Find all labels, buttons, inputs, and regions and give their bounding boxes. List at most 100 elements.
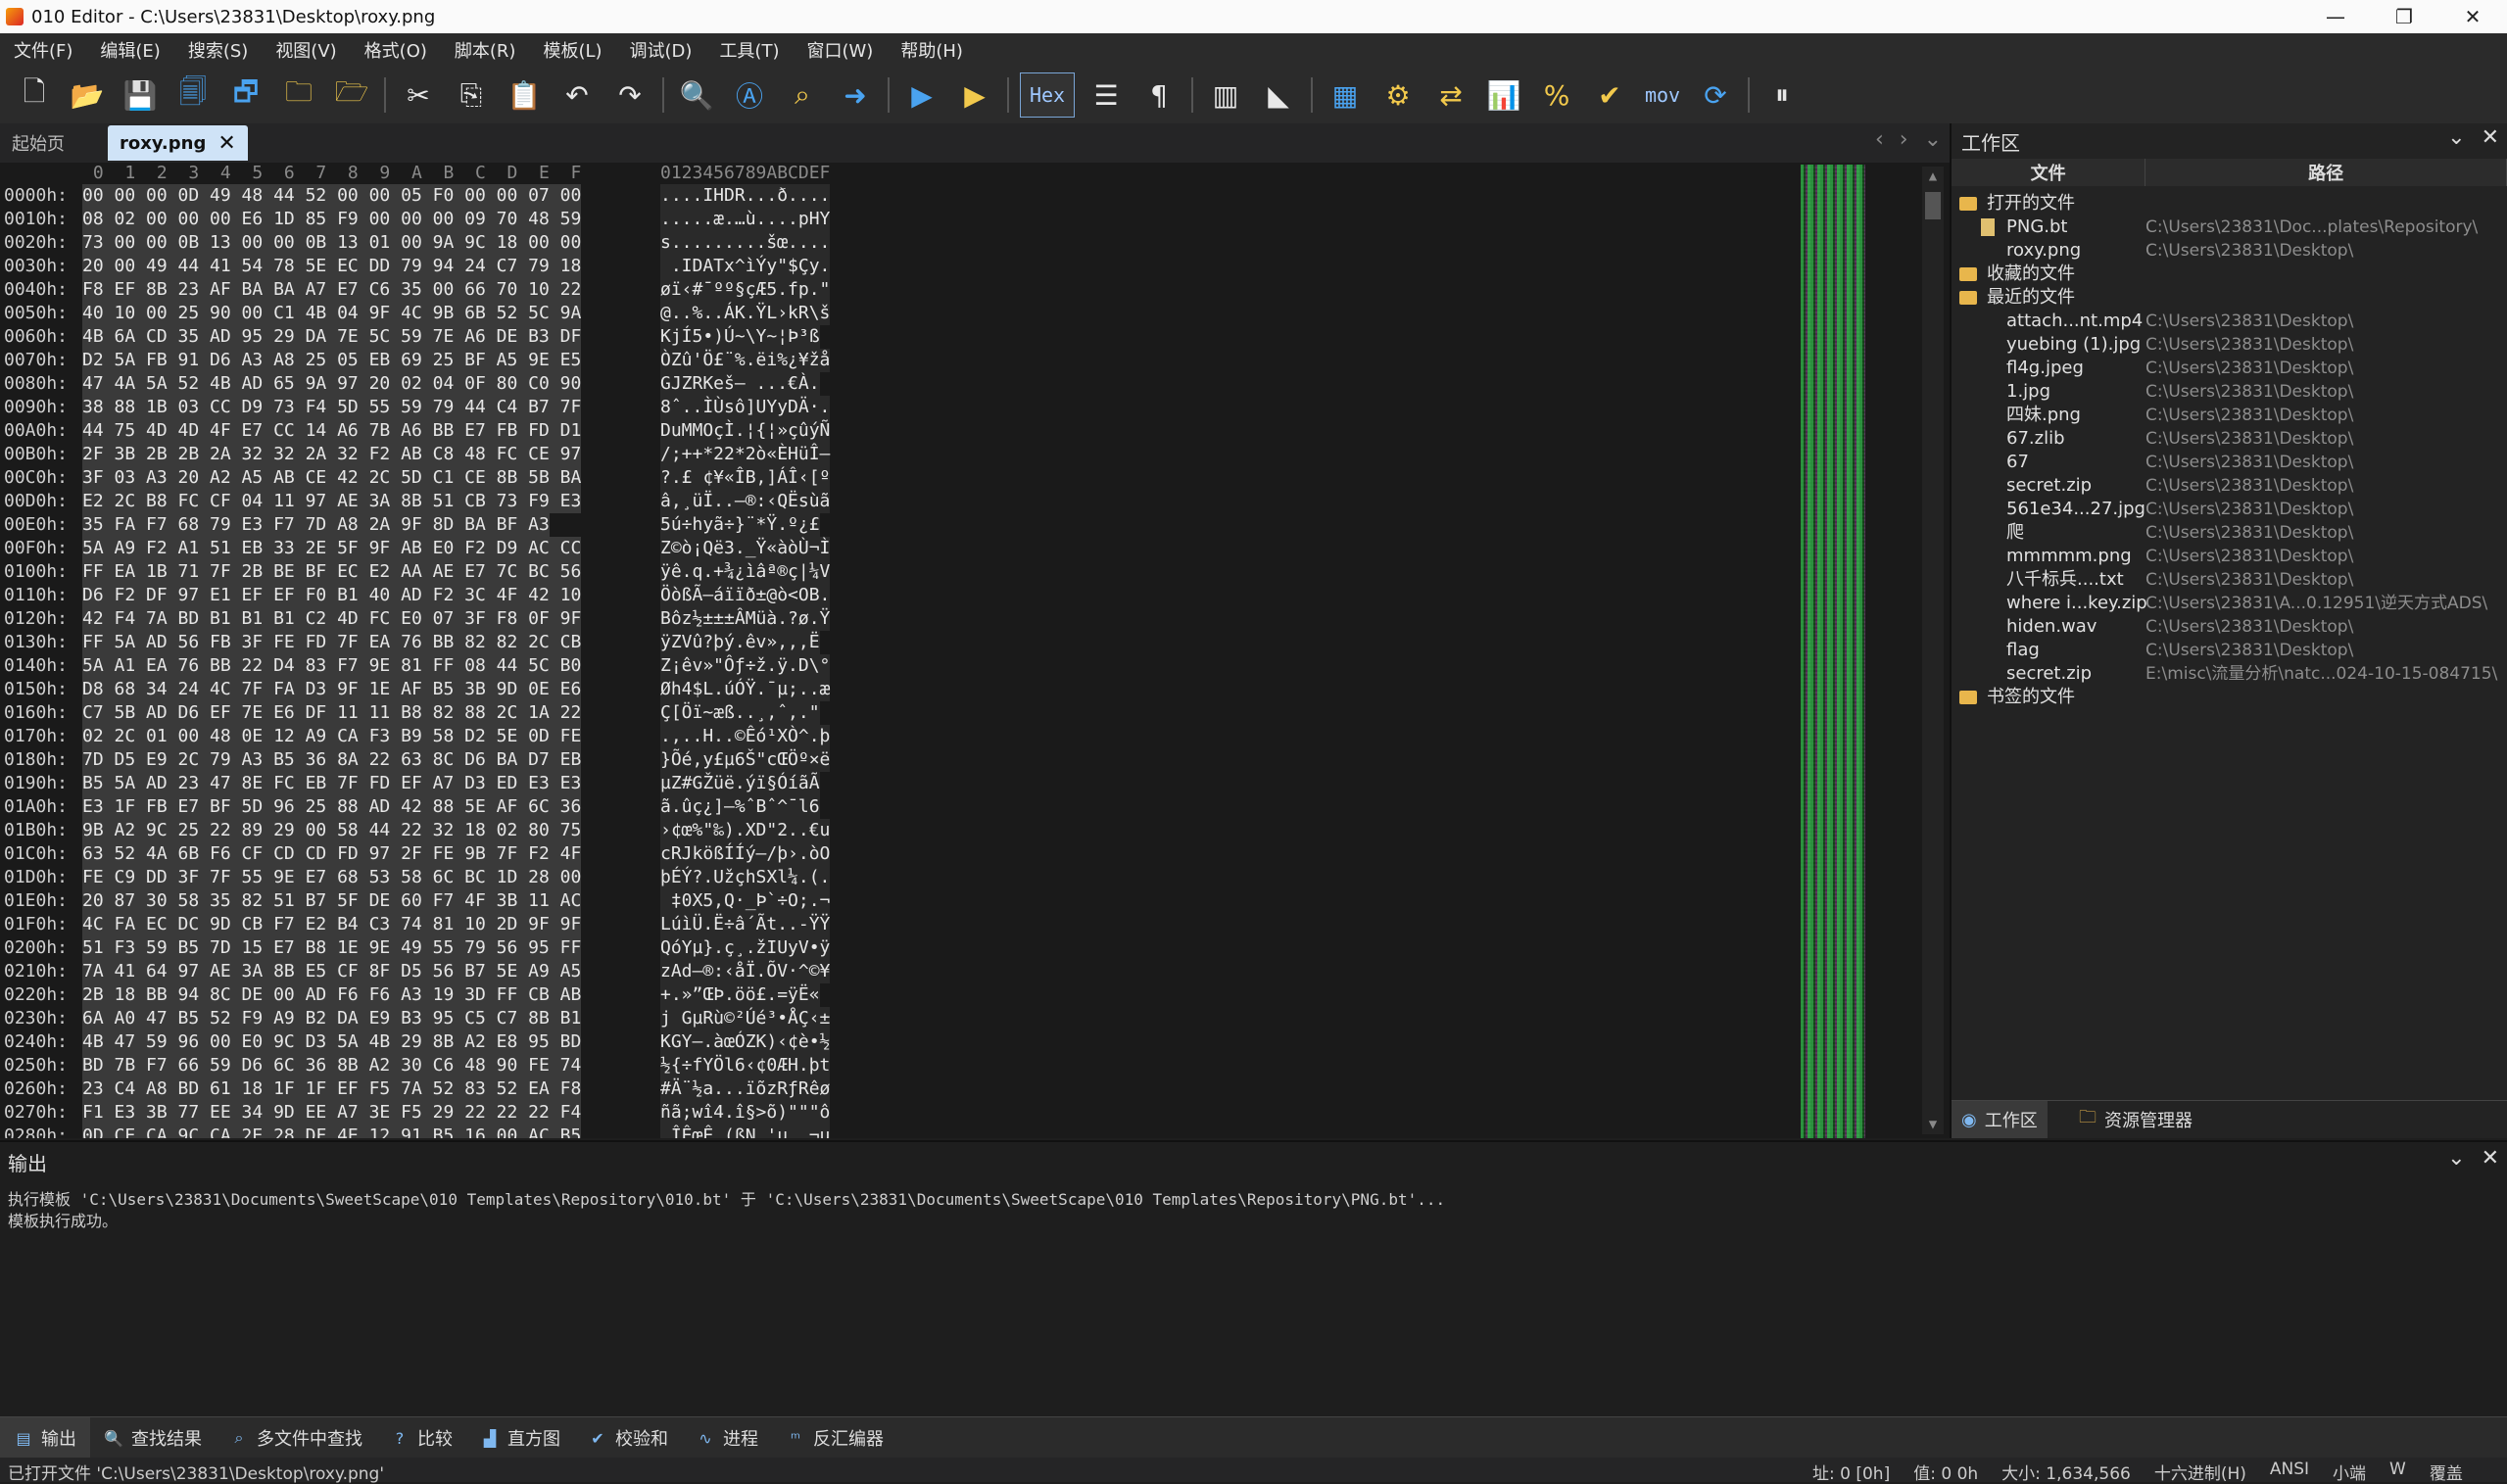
- tree-file-item[interactable]: 561e34...27.jpg C:\Users\23831\Desktop\: [1952, 498, 2507, 521]
- tab-process[interactable]: ∿ 进程: [682, 1417, 772, 1459]
- row-bytes[interactable]: 0D CE CA 9C CA 2E 28 DF 4E 12 91 B5 16 0…: [82, 1125, 582, 1138]
- row-bytes[interactable]: 73 00 00 0B 13 00 00 0B 13 01 00 9A 9C 1…: [82, 231, 582, 255]
- row-ascii[interactable]: 5ú÷hyã÷}¨*Ÿ.º¿£: [660, 513, 820, 537]
- tab-workspace[interactable]: ◉ 工作区: [1952, 1101, 2048, 1138]
- row-ascii[interactable]: GJZRK­eš— ...€À.: [660, 372, 820, 396]
- hex-row[interactable]: 01D0h: FE C9 DD 3F 7F 55 9E E7 68 53 58 6…: [0, 866, 882, 889]
- find-icon[interactable]: 🔍: [675, 73, 718, 117]
- row-bytes[interactable]: 3F 03 A3 20 A2 A5 AB CE 42 2C 5D C1 CE 8…: [82, 466, 582, 490]
- tree-file-item[interactable]: 爬 C:\Users\23831\Desktop\: [1952, 521, 2507, 545]
- row-bytes[interactable]: C7 5B AD D6 EF 7E E6 DF 11 11 B8 82 88 2…: [82, 701, 582, 725]
- row-ascii[interactable]: µZ­#GŽüë.ýï§ÓíãÃ: [660, 772, 820, 795]
- menu-help[interactable]: 帮助(H): [887, 37, 977, 63]
- workspace-close-icon[interactable]: ✕: [2482, 125, 2499, 150]
- tree-group[interactable]: 书签的文件: [1952, 686, 2507, 709]
- hex-row[interactable]: 0200h: 51 F3 59 B5 7D 15 E7 B8 1E 9E 49 5…: [0, 936, 882, 960]
- row-ascii[interactable]: .IDATx^ìÝy"$Çy.: [660, 255, 831, 278]
- hex-row[interactable]: 0160h: C7 5B AD D6 EF 7E E6 DF 11 11 B8 8…: [0, 701, 882, 725]
- tree-file-item[interactable]: yuebing (1).jpg C:\Users\23831\Desktop\: [1952, 333, 2507, 357]
- hex-row[interactable]: 0230h: 6A A0 47 B5 52 F9 A9 B2 DA E9 B3 9…: [0, 1007, 882, 1030]
- hex-row[interactable]: 00C0h: 3F 03 A3 20 A2 A5 AB CE 42 2C 5D C…: [0, 466, 882, 490]
- row-bytes[interactable]: 63 52 4A 6B F6 CF CD CD FD 97 2F FE 9B 7…: [82, 842, 582, 866]
- hex-row[interactable]: 0250h: BD 7B F7 66 59 D6 6C 36 8B A2 30 C…: [0, 1054, 882, 1077]
- row-bytes[interactable]: 7D D5 E9 2C 79 A3 B5 36 8A 22 63 8C D6 B…: [82, 748, 582, 772]
- hex-row[interactable]: 01E0h: 20 87 30 58 35 82 51 B7 5F DE 60 F…: [0, 889, 882, 913]
- columns-icon[interactable]: ▥: [1204, 73, 1247, 117]
- calculator-icon[interactable]: ▦: [1324, 73, 1367, 117]
- row-bytes[interactable]: 4B 47 59 96 00 E0 9C D3 5A 4B 29 8B A2 E…: [82, 1030, 582, 1054]
- pause-icon[interactable]: ⏸: [1760, 73, 1804, 117]
- row-bytes[interactable]: D2 5A FB 91 D6 A3 A8 25 05 EB 69 25 BF A…: [82, 349, 582, 372]
- histogram-icon[interactable]: 📊: [1482, 73, 1525, 117]
- paste-icon[interactable]: 📋: [503, 73, 546, 117]
- row-ascii[interactable]: ½{÷fYÖl6‹¢0ÆH.þt: [660, 1054, 831, 1077]
- hex-row[interactable]: 01A0h: E3 1F FB E7 BF 5D 96 25 88 AD 42 8…: [0, 795, 882, 819]
- highlight-icon[interactable]: ◣: [1257, 73, 1300, 117]
- row-bytes[interactable]: 6A A0 47 B5 52 F9 A9 B2 DA E9 B3 95 C5 C…: [82, 1007, 582, 1030]
- row-bytes[interactable]: FF EA 1B 71 7F 2B BE BF EC E2 AA AE E7 7…: [82, 560, 582, 584]
- row-ascii[interactable]: KGY–.àœÓZK)‹¢è•½: [660, 1030, 831, 1054]
- row-bytes[interactable]: F1 E3 3B 77 EE 34 9D EE A7 3E F5 29 22 2…: [82, 1101, 582, 1125]
- hex-row[interactable]: 00D0h: E2 2C B8 FC CF 04 11 97 AE 3A 8B 5…: [0, 490, 882, 513]
- pilcrow-icon[interactable]: ¶: [1137, 73, 1181, 117]
- swap-icon[interactable]: ⇄: [1429, 73, 1472, 117]
- row-ascii[interactable]: 8ˆ..ÌÙsô]UYyDÄ·.: [660, 396, 831, 419]
- hex-row[interactable]: 0100h: FF EA 1B 71 7F 2B BE BF EC E2 AA A…: [0, 560, 882, 584]
- row-bytes[interactable]: 35 FA F7 68 79 E3 F7 7D A8 2A 9F 8D BA B…: [82, 513, 550, 537]
- row-bytes[interactable]: 08 02 00 00 00 E6 1D 85 F9 00 00 00 09 7…: [82, 208, 582, 231]
- hex-row[interactable]: 00B0h: 2F 3B 2B 2B 2A 32 32 2A 32 F2 AB C…: [0, 443, 882, 466]
- tab-find-results[interactable]: 🔍 查找结果: [90, 1417, 216, 1459]
- status-insert[interactable]: W: [2389, 1460, 2406, 1484]
- menu-format[interactable]: 格式(O): [351, 37, 441, 63]
- menu-debug[interactable]: 调试(D): [616, 37, 706, 63]
- hex-rows[interactable]: 0000h: 00 00 00 0D 49 48 44 52 00 00 05 F…: [0, 184, 882, 1138]
- open-folder-icon[interactable]: 🗀: [277, 73, 320, 117]
- text-mode-icon[interactable]: ☰: [1085, 73, 1128, 117]
- row-bytes[interactable]: 20 87 30 58 35 82 51 B7 5F DE 60 F7 4F 3…: [82, 889, 582, 913]
- row-bytes[interactable]: 20 00 49 44 41 54 78 5E EC DD 79 94 24 C…: [82, 255, 582, 278]
- open-multiple-icon[interactable]: 🗁: [330, 73, 373, 117]
- hex-row[interactable]: 0130h: FF 5A AD 56 FB 3F FE FD 7F EA 76 B…: [0, 631, 882, 654]
- hex-row[interactable]: 0030h: 20 00 49 44 41 54 78 5E EC DD 79 9…: [0, 255, 882, 278]
- row-ascii[interactable]: .....æ.…ù....pHY: [660, 208, 831, 231]
- tree-file-item[interactable]: attach...nt.mp4 C:\Users\23831\Desktop\: [1952, 310, 2507, 333]
- hex-editor[interactable]: 0 1 2 3 4 5 6 7 8 9 A B C D E F 01234567…: [0, 163, 1950, 1138]
- row-bytes[interactable]: 23 C4 A8 BD 61 18 1F 1F EF F5 7A 52 83 5…: [82, 1077, 582, 1101]
- hex-row[interactable]: 01B0h: 9B A2 9C 25 22 89 29 00 58 44 22 3…: [0, 819, 882, 842]
- hex-row[interactable]: 0180h: 7D D5 E9 2C 79 A3 B5 36 8A 22 63 8…: [0, 748, 882, 772]
- tree-file-item[interactable]: 67.zlib C:\Users\23831\Desktop\: [1952, 427, 2507, 451]
- row-ascii[interactable]: Z¡êv»"Ôƒ÷ž.ÿ.D\°: [660, 654, 831, 678]
- tree-file-item[interactable]: mmmmm.png C:\Users\23831\Desktop\: [1952, 545, 2507, 568]
- redo-icon[interactable]: ↷: [608, 73, 651, 117]
- hex-row[interactable]: 0210h: 7A 41 64 97 AE 3A 8B E5 CF 8F D5 5…: [0, 960, 882, 983]
- workspace-menu-icon[interactable]: ⌄: [2447, 125, 2465, 150]
- row-bytes[interactable]: 2B 18 BB 94 8C DE 00 AD F6 F6 A3 19 3D F…: [82, 983, 582, 1007]
- tab-histogram[interactable]: ▟ 直方图: [466, 1417, 574, 1459]
- tree-file-item[interactable]: PNG.bt C:\Users\23831\Doc...plates\Reposi…: [1952, 215, 2507, 239]
- row-bytes[interactable]: B5 5A AD 23 47 8E FC EB 7F FD EF A7 D3 E…: [82, 772, 582, 795]
- hex-row[interactable]: 0170h: 02 2C 01 00 48 0E 12 A9 CA F3 B9 5…: [0, 725, 882, 748]
- row-bytes[interactable]: 44 75 4D 4D 4F E7 CC 14 A6 7B A6 BB E7 F…: [82, 419, 582, 443]
- new-file-icon[interactable]: 🗋: [13, 73, 56, 117]
- hex-row[interactable]: 0080h: 47 4A 5A 52 4B AD 65 9A 97 20 02 0…: [0, 372, 882, 396]
- tree-file-item[interactable]: fl4g.jpeg C:\Users\23831\Desktop\: [1952, 357, 2507, 380]
- row-ascii[interactable]: ›¢œ%"‰).XD"2..€u: [660, 819, 831, 842]
- row-ascii[interactable]: Øh4$L.úÓŸ.¯µ;..æ: [660, 678, 831, 701]
- hex-row[interactable]: 0220h: 2B 18 BB 94 8C DE 00 AD F6 F6 A3 1…: [0, 983, 882, 1007]
- row-ascii[interactable]: ÿZ­Vû?þý.êv»‚‚,Ë: [660, 631, 820, 654]
- hex-row[interactable]: 0010h: 08 02 00 00 00 E6 1D 85 F9 00 00 0…: [0, 208, 882, 231]
- hex-row[interactable]: 0190h: B5 5A AD 23 47 8E FC EB 7F FD EF A…: [0, 772, 882, 795]
- row-ascii[interactable]: øï‹#¯ºº§çÆ5.fp.": [660, 278, 831, 302]
- tab-roxy-png[interactable]: roxy.png ✕: [108, 125, 248, 161]
- inspector-icon[interactable]: ⚙: [1376, 73, 1420, 117]
- row-bytes[interactable]: 9B A2 9C 25 22 89 29 00 58 44 22 32 18 0…: [82, 819, 582, 842]
- disassembler-button[interactable]: mov: [1641, 73, 1684, 117]
- column-file[interactable]: 文件: [1952, 159, 2146, 186]
- status-overwrite[interactable]: 覆盖: [2430, 1460, 2463, 1484]
- hex-row[interactable]: 0050h: 40 10 00 25 90 00 C1 4B 04 9F 4C 9…: [0, 302, 882, 325]
- save-all-icon[interactable]: 🗗: [224, 73, 267, 117]
- hex-row[interactable]: 00E0h: 35 FA F7 68 79 E3 F7 7D A8 2A 9F 8…: [0, 513, 882, 537]
- minimize-button[interactable]: —: [2301, 0, 2370, 33]
- replace-icon[interactable]: Ⓐ: [728, 73, 771, 117]
- hex-scrollbar[interactable]: ▲ ▼: [1922, 167, 1944, 1134]
